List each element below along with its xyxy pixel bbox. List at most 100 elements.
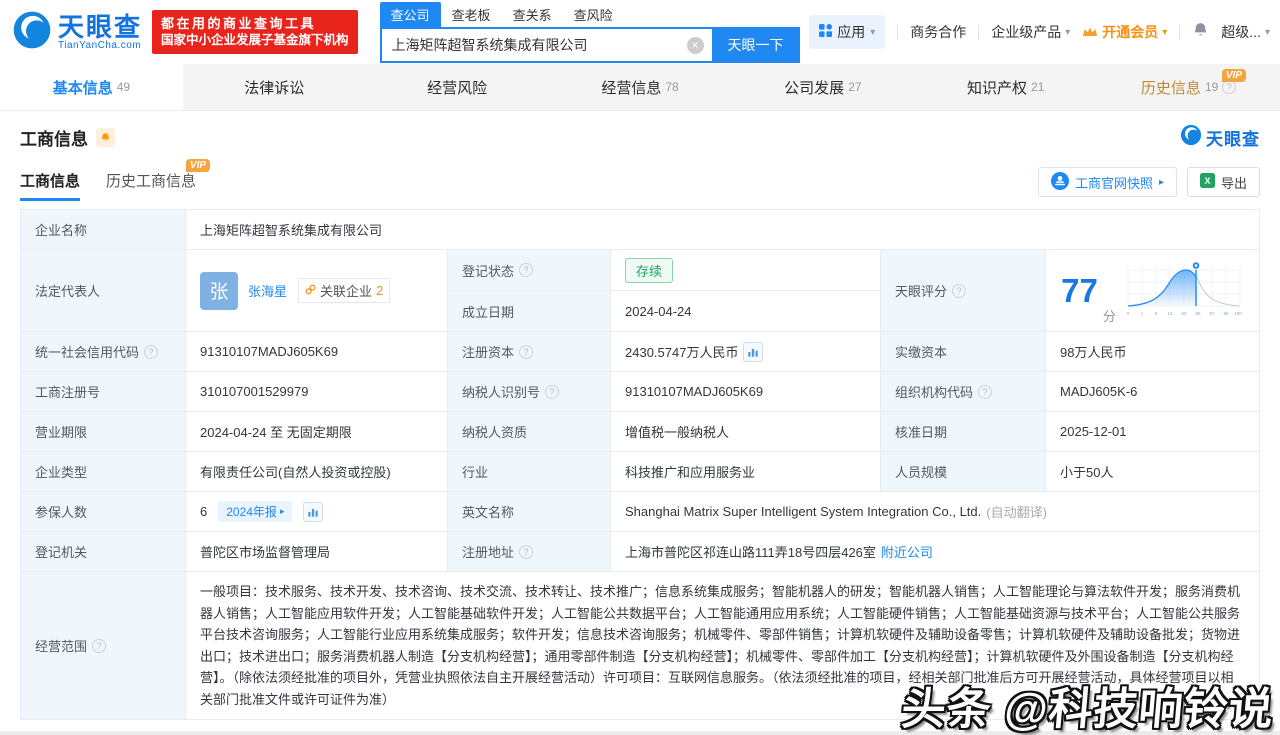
divider — [897, 24, 899, 40]
avatar[interactable]: 张 — [200, 271, 238, 310]
tab-operating-risk[interactable]: 经营风险 — [366, 64, 549, 110]
tab-count: 27 — [848, 80, 862, 94]
chevron-down-icon: ▾ — [1065, 26, 1071, 38]
staff-size-label: 人员规模 — [881, 452, 1046, 492]
score-number: 77 — [1061, 272, 1098, 309]
chevron-down-icon: ▾ — [1162, 26, 1168, 38]
tab-label: 法律诉讼 — [244, 79, 305, 97]
address-label: 注册地址 ? — [448, 532, 611, 572]
est-date-value: 2024-04-24 — [611, 291, 881, 332]
tab-label: 历史信息 — [1140, 79, 1201, 97]
tab-operating-info[interactable]: 经营信息 78 — [549, 64, 732, 110]
search-tab-company[interactable]: 查公司 — [379, 1, 441, 27]
section-head: 工商信息 天眼查 — [20, 124, 1260, 151]
insured-trend-chart-icon[interactable] — [303, 501, 324, 522]
score-unit: 分 — [1102, 309, 1116, 324]
org-code-value: MADJ605K-6 — [1046, 372, 1260, 412]
arrow-right-icon: ▸ — [279, 506, 285, 516]
logo-domain: TianYanCha.com — [58, 39, 142, 51]
reg-status-value: 存续 — [611, 250, 881, 291]
reg-authority-label: 登记机关 — [21, 532, 186, 572]
tab-label: 经营信息 — [601, 79, 662, 97]
legal-rep-label: 法定代表人 — [21, 250, 186, 332]
svg-text:97: 97 — [1209, 311, 1215, 316]
export-button[interactable]: X 导出 — [1186, 167, 1260, 197]
paid-capital-value: 98万人民币 — [1046, 332, 1260, 372]
related-companies-badge[interactable]: 关联企业 2 — [298, 278, 391, 303]
excel-icon: X — [1199, 173, 1215, 191]
status-badge: 存续 — [625, 257, 674, 283]
help-icon[interactable]: ? — [978, 384, 993, 399]
brand-logo-icon — [1180, 124, 1202, 151]
nearby-companies-link[interactable]: 附近公司 — [881, 542, 933, 561]
help-icon[interactable]: ? — [952, 283, 967, 298]
tab-count: 78 — [665, 80, 679, 94]
company-type-label: 企业类型 — [21, 452, 186, 492]
apps-label: 应用 — [837, 24, 866, 40]
bottom-divider — [0, 731, 1280, 735]
svg-text:0: 0 — [1127, 311, 1130, 316]
search-tab-relation[interactable]: 查关系 — [502, 2, 563, 27]
search-input[interactable] — [379, 26, 712, 63]
help-icon[interactable]: ? — [519, 544, 534, 559]
help-icon[interactable]: ? — [519, 263, 534, 277]
credit-code-value: 91310107MADJ605K69 — [186, 332, 448, 372]
chevron-down-icon: ▾ — [870, 26, 876, 38]
tab-legal-lawsuits[interactable]: 法律诉讼 — [183, 64, 366, 110]
capital-trend-chart-icon[interactable] — [743, 341, 764, 362]
tab-count: 19 — [1204, 80, 1219, 94]
english-name-value: Shanghai Matrix Super Intelligent System… — [611, 492, 1260, 532]
tab-history-info[interactable]: VIP 历史信息 19 ? — [1097, 64, 1280, 110]
snapshot-label: 工商官网快照 — [1074, 175, 1153, 191]
insured-count: 6 — [200, 504, 208, 519]
company-name-label: 企业名称 — [21, 210, 186, 250]
main-nav: 基本信息 49 法律诉讼 经营风险 经营信息 78 公司发展 27 知识产权 2… — [0, 64, 1280, 111]
reg-number-value: 310107001529979 — [186, 372, 448, 412]
score-distribution-chart: 0 1 5 15 50 85 97 99 100 — [1124, 258, 1244, 323]
menu-account[interactable]: 超级... ▾ — [1221, 22, 1270, 42]
tab-company-development[interactable]: 公司发展 27 — [731, 64, 914, 110]
help-icon[interactable]: ? — [92, 638, 107, 653]
subtab-business-info[interactable]: 工商信息 — [20, 170, 81, 201]
notification-bell-icon[interactable] — [1192, 22, 1209, 42]
business-term-value: 2024-04-24 至 无固定期限 — [186, 412, 448, 452]
help-icon[interactable]: ? — [519, 344, 534, 359]
help-icon[interactable]: ? — [1222, 80, 1237, 94]
menu-cooperation[interactable]: 商务合作 — [910, 22, 966, 42]
tab-count: 21 — [1031, 80, 1045, 94]
clear-icon[interactable]: × — [686, 36, 704, 54]
menu-enterprise[interactable]: 企业级产品 ▾ — [991, 22, 1070, 42]
stamp-icon — [1050, 171, 1069, 193]
reg-number-label: 工商注册号 — [21, 372, 186, 412]
cooperation-label: 商务合作 — [910, 24, 967, 40]
search-tab-boss[interactable]: 查老板 — [441, 2, 502, 27]
subtab-history-business-info[interactable]: VIP 历史工商信息 — [106, 159, 211, 201]
insured-label: 参保人数 — [21, 492, 186, 532]
tab-basic-info[interactable]: 基本信息 49 — [0, 64, 183, 110]
menu-open-vip[interactable]: 开通会员 ▾ — [1082, 22, 1167, 42]
company-name-value: 上海矩阵超智系统集成有限公司 — [186, 210, 1260, 250]
enterprise-label: 企业级产品 — [991, 24, 1062, 40]
legal-rep-name-link[interactable]: 张海星 — [248, 281, 287, 300]
brand-name: 天眼查 — [1206, 130, 1260, 149]
tianyancha-logo[interactable]: 天眼查 TianYanCha.com — [12, 10, 142, 55]
subtab-row: 工商信息 VIP 历史工商信息 工商官网快照 ▸ X 导出 — [20, 159, 1260, 201]
svg-text:X: X — [1204, 176, 1210, 186]
svg-text:100: 100 — [1234, 311, 1242, 316]
annual-report-badge[interactable]: 2024年报 ▸ — [218, 501, 293, 522]
apps-menu[interactable]: 应用 ▾ — [809, 15, 886, 49]
search-tab-risk[interactable]: 查风险 — [563, 2, 624, 27]
search-button[interactable]: 天眼一下 — [711, 26, 800, 63]
tab-intellectual-property[interactable]: 知识产权 21 — [914, 64, 1097, 110]
svg-text:1: 1 — [1141, 311, 1144, 316]
monitor-bell-icon[interactable] — [96, 128, 115, 147]
business-scope-label: 经营范围 ? — [21, 572, 186, 720]
search-tabs: 查公司 查老板 查关系 查风险 — [379, 1, 800, 27]
score-label: 天眼评分 ? — [881, 250, 1046, 332]
help-icon[interactable]: ? — [545, 384, 560, 399]
industry-value: 科技推广和应用服务业 — [611, 452, 881, 492]
svg-text:50: 50 — [1181, 311, 1187, 316]
related-link-icon — [305, 283, 316, 298]
help-icon[interactable]: ? — [144, 344, 159, 359]
official-snapshot-button[interactable]: 工商官网快照 ▸ — [1037, 167, 1177, 197]
